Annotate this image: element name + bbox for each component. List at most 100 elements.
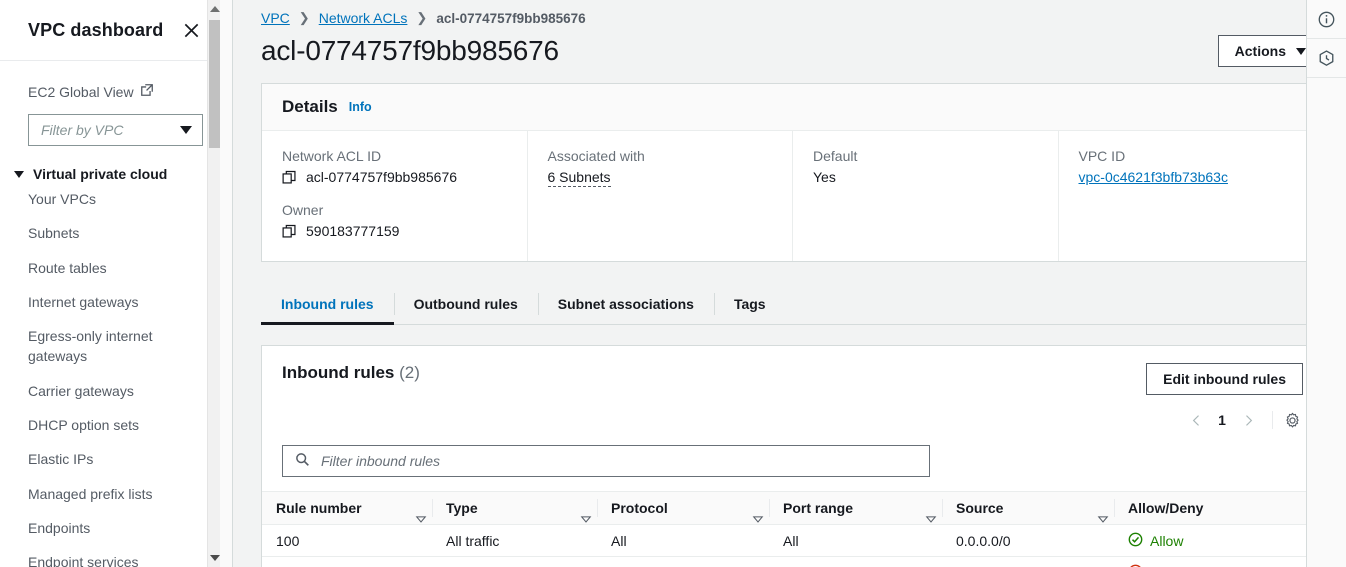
copy-icon[interactable] <box>282 170 297 185</box>
sort-icon <box>575 505 592 523</box>
column-header-allow-deny[interactable]: Allow/Deny <box>1114 491 1323 525</box>
table-body: 100 All traffic All All 0.0.0.0/0 Allow <box>262 524 1323 567</box>
details-column-2: Associated with 6 Subnets <box>528 131 793 261</box>
column-header-rule-number[interactable]: Rule number <box>262 491 432 525</box>
column-label-source: Source <box>956 500 1004 516</box>
pagination-divider <box>1272 411 1273 429</box>
tab-inbound-rules[interactable]: Inbound rules <box>261 284 394 325</box>
external-link-icon <box>140 83 154 100</box>
ec2-global-view-row: EC2 Global View <box>0 61 220 100</box>
tab-subnet-associations[interactable]: Subnet associations <box>537 284 714 324</box>
cell-rule-number: 100 <box>262 524 432 557</box>
inbound-rules-header: Inbound rules (2) Edit inbound rules 1 <box>262 346 1323 432</box>
shield-clock-icon[interactable] <box>1307 39 1346 78</box>
default-value: Yes <box>813 169 836 185</box>
table-row[interactable]: * All traffic All All 0.0.0.0/0 <box>262 557 1323 567</box>
sidebar-section-virtual-private-cloud[interactable]: Virtual private cloud <box>0 146 220 182</box>
details-column-4: VPC ID vpc-0c4621f3bfb73b63c <box>1059 131 1324 261</box>
sidebar-scrollbar[interactable] <box>207 0 220 567</box>
breadcrumb-item-vpc[interactable]: VPC <box>261 10 290 26</box>
pagination-page-1[interactable]: 1 <box>1214 412 1230 428</box>
cell-type: All traffic <box>432 557 597 567</box>
breadcrumb-separator-icon: ❯ <box>416 10 428 25</box>
column-label-port-range: Port range <box>783 500 854 516</box>
tab-tags[interactable]: Tags <box>713 284 786 324</box>
associated-subnets-link[interactable]: 6 Subnets <box>547 169 611 187</box>
edit-inbound-rules-button[interactable]: Edit inbound rules <box>1146 363 1303 395</box>
sidebar-item-elastic-ips[interactable]: Elastic IPs <box>0 442 220 476</box>
owner-value-row: 590183777159 <box>282 223 507 239</box>
sidebar-item-carrier-gateways[interactable]: Carrier gateways <box>0 374 220 408</box>
associated-with-label: Associated with <box>547 148 645 164</box>
info-link[interactable]: Info <box>349 100 372 114</box>
column-label-allow-deny: Allow/Deny <box>1128 500 1204 516</box>
scroll-up-arrow-icon[interactable] <box>208 2 220 16</box>
sidebar-item-endpoints[interactable]: Endpoints <box>0 511 220 545</box>
sidebar-header: VPC dashboard <box>0 0 220 61</box>
chevron-left-icon[interactable] <box>1183 408 1209 432</box>
scrollbar-thumb[interactable] <box>209 20 220 148</box>
inbound-rules-title-text: Inbound rules <box>282 363 395 382</box>
vpc-id-value-row: vpc-0c4621f3bfb73b63c <box>1079 169 1304 185</box>
details-panel: Details Info Network ACL ID acl-0774757f… <box>261 83 1324 262</box>
associated-with-value-row: 6 Subnets <box>547 169 773 187</box>
info-circle-icon[interactable] <box>1307 0 1346 39</box>
page-title-row: acl-0774757f9bb985676 Actions <box>261 28 1324 67</box>
scroll-down-arrow-icon[interactable] <box>208 551 220 565</box>
status-badge-allow: Allow <box>1128 532 1183 550</box>
gear-icon[interactable] <box>1284 412 1301 429</box>
inbound-rules-title-row: Inbound rules (2) Edit inbound rules 1 <box>282 363 1303 432</box>
column-header-port-range[interactable]: Port range <box>769 491 942 525</box>
filter-by-vpc-wrap: Filter by VPC <box>0 100 220 146</box>
sidebar-item-route-tables[interactable]: Route tables <box>0 251 220 285</box>
cell-port-range: All <box>769 524 942 557</box>
column-header-source[interactable]: Source <box>942 491 1114 525</box>
sidebar-item-dhcp-option-sets[interactable]: DHCP option sets <box>0 408 220 442</box>
inbound-rules-title: Inbound rules (2) <box>282 363 420 383</box>
column-label-rule-number: Rule number <box>276 500 362 516</box>
sidebar-content: VPC dashboard EC2 Global View Filter by … <box>0 0 220 567</box>
sidebar-item-endpoint-services[interactable]: Endpoint services <box>0 545 220 567</box>
page-title: acl-0774757f9bb985676 <box>261 35 559 66</box>
sidebar-item-subnets[interactable]: Subnets <box>0 216 220 250</box>
details-column-3: Default Yes <box>793 131 1059 261</box>
column-header-type[interactable]: Type <box>432 491 597 525</box>
filter-by-vpc-select[interactable]: Filter by VPC <box>28 114 203 146</box>
breadcrumb-item-current: acl-0774757f9bb985676 <box>436 10 586 26</box>
filter-inbound-rules-box[interactable] <box>282 445 930 477</box>
sort-icon <box>747 505 764 523</box>
inbound-rules-panel: Inbound rules (2) Edit inbound rules 1 F… <box>261 345 1324 567</box>
column-label-type: Type <box>446 500 478 516</box>
column-label-protocol: Protocol <box>611 500 668 516</box>
cell-allow-deny: Deny <box>1114 557 1323 567</box>
table-row[interactable]: 100 All traffic All All 0.0.0.0/0 Allow <box>262 524 1323 557</box>
chevron-right-icon[interactable] <box>1235 408 1261 432</box>
column-header-protocol[interactable]: Protocol <box>597 491 769 525</box>
vpc-console: VPC dashboard EC2 Global View Filter by … <box>0 0 1346 567</box>
network-acl-id-value-row: acl-0774757f9bb985676 <box>282 169 507 185</box>
ec2-global-view-label: EC2 Global View <box>28 83 134 100</box>
sidebar-item-internet-gateways[interactable]: Internet gateways <box>0 285 220 319</box>
copy-icon[interactable] <box>282 224 297 239</box>
cell-protocol: All <box>597 524 769 557</box>
breadcrumb-item-network-acls[interactable]: Network ACLs <box>319 10 408 26</box>
owner-value: 590183777159 <box>306 223 400 239</box>
tab-bar: Inbound rules Outbound rules Subnet asso… <box>261 284 1324 325</box>
filter-by-vpc-placeholder: Filter by VPC <box>41 122 124 138</box>
sidebar-nav-list: Your VPCs Subnets Route tables Internet … <box>0 182 220 567</box>
details-panel-title: Details <box>282 97 338 116</box>
sidebar-item-your-vpcs[interactable]: Your VPCs <box>0 182 220 216</box>
sidebar-item-egress-only-internet-gateways[interactable]: Egress-only internet gateways <box>0 319 220 374</box>
sidebar-item-managed-prefix-lists[interactable]: Managed prefix lists <box>0 477 220 511</box>
details-grid: Network ACL ID acl-0774757f9bb985676 Own… <box>262 131 1323 261</box>
cell-source: 0.0.0.0/0 <box>942 557 1114 567</box>
main-content: VPC ❯ Network ACLs ❯ acl-0774757f9bb9856… <box>233 0 1346 567</box>
inbound-rules-count: (2) <box>399 363 420 382</box>
tab-outbound-rules[interactable]: Outbound rules <box>393 284 538 324</box>
details-panel-header: Details Info <box>262 84 1323 131</box>
close-icon[interactable] <box>180 19 202 41</box>
vpc-id-link[interactable]: vpc-0c4621f3bfb73b63c <box>1079 169 1228 185</box>
sidebar-item-ec2-global-view[interactable]: EC2 Global View <box>28 83 154 100</box>
sidebar: VPC dashboard EC2 Global View Filter by … <box>0 0 233 567</box>
search-input[interactable] <box>319 452 917 470</box>
